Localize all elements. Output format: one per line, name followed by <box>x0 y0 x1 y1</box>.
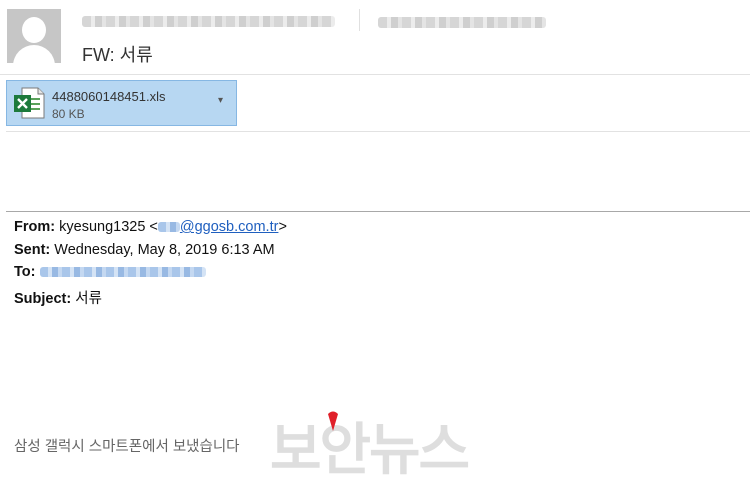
sent-label: Sent: <box>14 242 51 258</box>
sent-value: Wednesday, May 8, 2019 6:13 AM <box>54 242 275 258</box>
sender-avatar[interactable] <box>7 9 61 63</box>
subject-label: Subject: <box>14 291 72 307</box>
subject-value: 서류 <box>75 291 102 307</box>
redacted-email-user <box>157 222 180 233</box>
message-subject: FW: 서류 <box>82 45 153 65</box>
mobile-signature: 삼성 갤럭시 스마트폰에서 보냈습니다 <box>14 439 240 455</box>
redacted-sender[interactable] <box>82 16 335 27</box>
to-label: To: <box>14 264 36 280</box>
sent-line: Sent: Wednesday, May 8, 2019 6:13 AM <box>14 242 275 258</box>
message-header: FW: 서류 <box>0 0 750 74</box>
from-name: kyesung1325 < <box>59 219 158 235</box>
redacted-recipient[interactable] <box>378 17 546 28</box>
attachment-card[interactable]: 4488060148451.xls 80 KB ▾ <box>6 80 237 126</box>
redacted-to-address[interactable] <box>39 267 206 278</box>
header-divider <box>359 9 360 31</box>
attachment-divider-line <box>6 131 750 132</box>
watermark-logo: 보안뉴스 <box>270 418 470 483</box>
header-divider-line <box>0 74 750 75</box>
subject-line: Subject: 서류 <box>14 287 102 308</box>
from-close: > <box>278 219 287 235</box>
from-label: From: <box>14 219 56 235</box>
to-line: To: <box>14 264 206 280</box>
attachment-filename: 4488060148451.xls <box>52 89 166 104</box>
attachment-size: 80 KB <box>52 107 85 121</box>
watermark-pin-icon <box>328 411 338 431</box>
from-line: From: kyesung1325 < @ggosb.com.tr> <box>14 219 287 235</box>
chevron-down-icon[interactable]: ▾ <box>218 95 223 106</box>
excel-file-icon <box>14 87 45 119</box>
person-head-icon <box>22 17 46 43</box>
forward-divider-line <box>6 211 750 212</box>
person-body-icon <box>13 45 55 63</box>
from-email-link[interactable]: @ggosb.com.tr <box>180 219 279 235</box>
